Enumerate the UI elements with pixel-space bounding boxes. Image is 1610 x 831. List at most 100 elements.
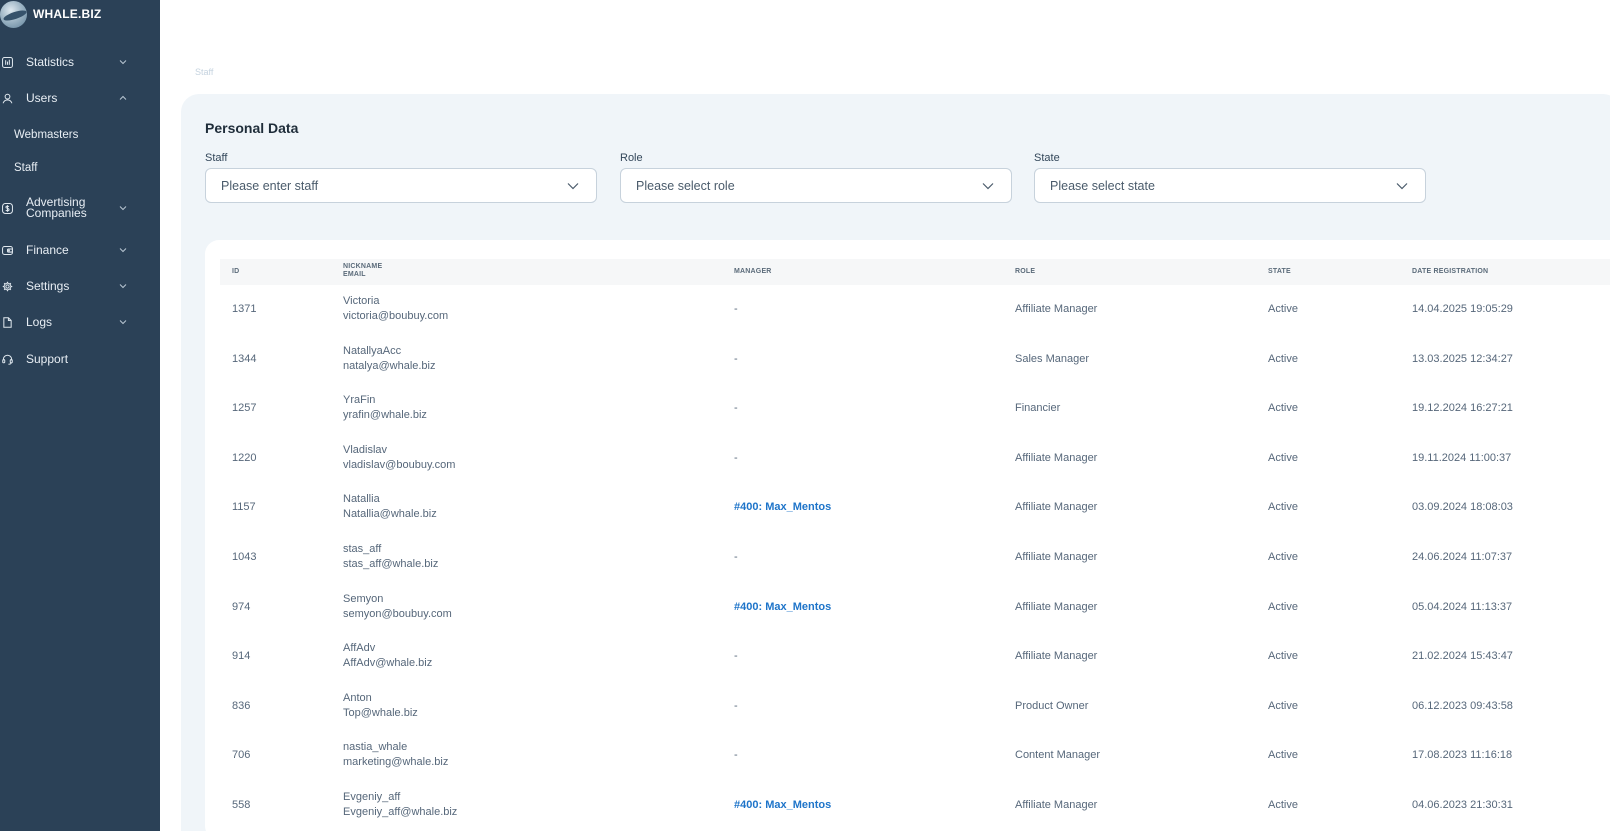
state-filter-placeholder: Please select state [1050, 178, 1155, 193]
table-row[interactable]: 1371 Victoria victoria@boubuy.com - Affiliat… [220, 285, 1610, 335]
sidebar-subitem-staff[interactable]: Staff [14, 162, 37, 174]
cell-state: Active [1268, 352, 1298, 365]
sidebar-item-users[interactable]: Users [0, 92, 160, 104]
role-filter-label: Role [620, 152, 643, 164]
sidebar: WHALE.BIZ Statistics Users Webmasters St… [0, 0, 160, 831]
sidebar-item-label: Logs [26, 314, 53, 329]
staff-filter-input[interactable]: Please enter staff [205, 168, 597, 203]
table-row[interactable]: 974 Semyon semyon@boubuy.com #400: Max_Ment… [220, 583, 1610, 633]
sidebar-item-label: Statistics [26, 54, 75, 69]
column-header-manager[interactable]: MANAGER [734, 268, 772, 276]
cell-id: 836 [232, 699, 251, 712]
cell-role: Affiliate Manager [1015, 650, 1098, 663]
sidebar-item-advertising-companies[interactable]: Advertising Companies [0, 195, 160, 220]
sidebar-subitem-webmasters[interactable]: Webmasters [14, 129, 78, 141]
cell-email: stas_aff@whale.biz [343, 558, 439, 570]
cell-manager: - [734, 451, 738, 464]
table-row[interactable]: 1257 YraFin yrafin@whale.biz - Financier Acti… [220, 384, 1610, 434]
manager-link[interactable]: #400: Max_Mentos [734, 600, 831, 615]
cell-nickname: Evgeniy_aff [343, 791, 401, 803]
sidebar-item-label: Settings [26, 278, 70, 293]
user-icon [1, 92, 13, 104]
gear-icon [1, 280, 13, 292]
role-filter-placeholder: Please select role [636, 178, 735, 193]
sidebar-item-label: Users [26, 90, 58, 105]
state-filter-select[interactable]: Please select state [1034, 168, 1426, 203]
chevron-down-icon [982, 183, 994, 190]
cell-email: victoria@boubuy.com [343, 310, 449, 322]
cell-nickname: Natallia [343, 493, 380, 506]
cell-state: Active [1268, 799, 1298, 811]
cell-role: Affiliate Manager [1015, 451, 1098, 464]
headset-icon [1, 353, 13, 365]
cell-manager: - [734, 352, 738, 365]
cell-date-registration: 05.04.2024 11:13:37 [1412, 600, 1513, 613]
column-header-id[interactable]: ID [232, 268, 239, 276]
manager-link[interactable]: #400: Max_Mentos [734, 500, 831, 515]
cell-state: Active [1268, 551, 1298, 563]
table-row[interactable]: 1220 Vladislav vladislav@boubuy.com - Affili… [220, 434, 1610, 484]
table-row[interactable]: 1043 stas_aff stas_aff@whale.biz - Affiliate… [220, 533, 1610, 583]
table-row[interactable]: 558 Evgeniy_aff Evgeniy_aff@whale.biz #400:… [220, 781, 1610, 831]
staff-filter-placeholder: Please enter staff [221, 178, 319, 193]
chevron-down-icon [119, 320, 127, 325]
cell-nickname: AffAdv [343, 642, 376, 655]
cell-state: Active [1268, 451, 1298, 464]
table-row[interactable]: 1157 Natallia Natallia@whale.biz #400: Max_… [220, 483, 1610, 533]
cell-nickname: NatallyaAcc [343, 344, 402, 357]
sidebar-item-label: Support [26, 351, 69, 366]
breadcrumb[interactable]: Staff [195, 67, 213, 77]
table-row[interactable]: 1344 NatallyaAcc natalya@whale.biz - Sales M… [220, 335, 1610, 385]
cell-id: 1220 [232, 451, 257, 464]
cell-role: Affiliate Manager [1015, 501, 1098, 514]
manager-link[interactable]: #400: Max_Mentos [734, 798, 831, 813]
cell-email: Top@whale.biz [343, 706, 418, 719]
cell-nickname: nastia_whale [343, 741, 408, 754]
cell-nickname: Vladislav [343, 443, 388, 456]
cell-email: Evgeniy_aff@whale.biz [343, 806, 458, 818]
cell-manager: - [734, 650, 738, 663]
table-row[interactable]: 914 AffAdv AffAdv@whale.biz - Affiliate Mana… [220, 632, 1610, 682]
cell-email: natalya@whale.biz [343, 359, 436, 372]
cell-state: Active [1268, 600, 1298, 613]
chevron-down-icon [119, 248, 127, 253]
chevron-up-icon [119, 95, 127, 100]
wallet-icon [1, 244, 13, 256]
cell-role: Product Owner [1015, 699, 1089, 712]
sidebar-item-support[interactable]: Support [0, 353, 160, 365]
page-title: Personal Data [205, 120, 299, 136]
cell-nickname: YraFin [343, 394, 376, 407]
table-row[interactable]: 836 Anton Top@whale.biz - Product Owner Activ… [220, 682, 1610, 732]
cell-state: Active [1268, 303, 1298, 315]
column-header-date-registration[interactable]: DATE REGISTRATION [1412, 268, 1488, 276]
brand-logo[interactable]: WHALE.BIZ [0, 0, 101, 28]
column-header-role[interactable]: ROLE [1015, 268, 1035, 276]
chevron-down-icon [567, 183, 579, 190]
cell-state: Active [1268, 402, 1298, 415]
column-header-state[interactable]: STATE [1268, 268, 1291, 276]
cell-id: 974 [232, 600, 251, 613]
sidebar-item-label: Advertising Companies [26, 195, 87, 220]
cell-id: 1257 [232, 402, 257, 415]
cell-role: Affiliate Manager [1015, 551, 1098, 563]
role-filter-select[interactable]: Please select role [620, 168, 1012, 203]
cell-role: Affiliate Manager [1015, 303, 1098, 315]
column-header-nickname-email[interactable]: NICKNAME EMAIL [343, 263, 382, 279]
cell-state: Active [1268, 501, 1298, 514]
sidebar-item-settings[interactable]: Settings [0, 280, 160, 292]
cell-manager: - [734, 402, 738, 415]
sidebar-item-logs[interactable]: Logs [0, 316, 160, 328]
cell-id: 706 [232, 749, 251, 762]
sidebar-item-finance[interactable]: Finance [0, 244, 160, 256]
cell-id: 558 [232, 799, 251, 811]
dollar-icon [1, 202, 13, 214]
cell-date-registration: 19.12.2024 16:27:21 [1412, 402, 1513, 415]
cell-id: 914 [232, 650, 251, 663]
cell-date-registration: 21.02.2024 15:43:47 [1412, 650, 1513, 663]
cell-id: 1043 [232, 551, 257, 563]
sidebar-item-statistics[interactable]: Statistics [0, 56, 160, 68]
table-row[interactable]: 706 nastia_whale marketing@whale.biz - Conte… [220, 731, 1610, 781]
cell-email: vladislav@boubuy.com [343, 458, 456, 471]
whale-logo-icon [0, 0, 27, 28]
bar-chart-icon [1, 56, 13, 68]
